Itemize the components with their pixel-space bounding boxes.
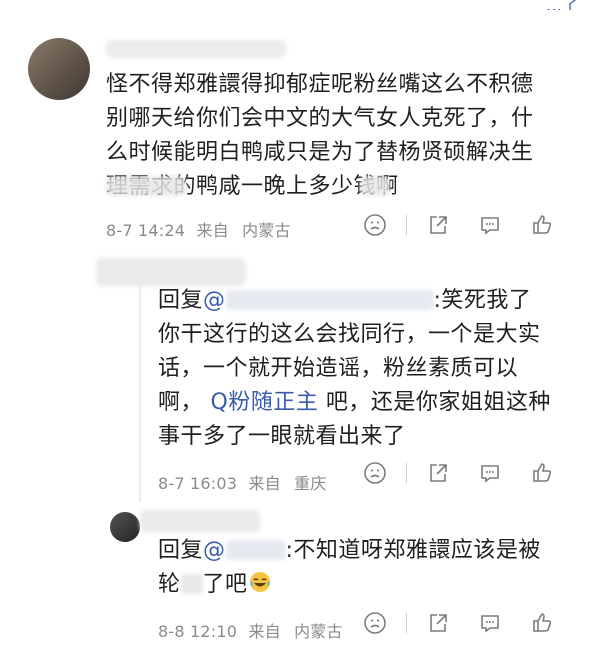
reply-text: 回复@ :不知道呀郑雅譞应该是被 轮了吧 — [158, 534, 588, 605]
divider — [406, 463, 407, 483]
reply-line: 回复@ :不知道呀郑雅譞应该是被 — [158, 534, 588, 568]
laughing-tears-emoji-icon — [248, 570, 272, 605]
reply-text: 回复@ :笑死我了 你干这行的这么会找同行，一个是大实 话，一个就开始造谣，粉丝素… — [158, 284, 588, 454]
like-icon[interactable] — [529, 610, 555, 636]
reply-meta: 8-8 12:10 来自 内蒙古 — [158, 618, 343, 642]
share-icon[interactable] — [425, 212, 451, 238]
like-icon[interactable] — [529, 212, 555, 238]
comment-icon[interactable] — [477, 460, 503, 486]
reply-after-mention: :笑死我了 — [433, 288, 532, 313]
comment-time: 8-7 14:24 — [106, 221, 186, 240]
dislike-face-icon[interactable] — [362, 212, 388, 238]
username-redacted — [140, 510, 260, 532]
redaction-blur — [106, 176, 186, 196]
reply-line: 事干多了一眼就看出来了 — [158, 424, 406, 449]
reply-text-part: 吧，还是你家姐姐这种 — [325, 390, 551, 415]
divider — [406, 215, 407, 235]
reply-2: 回复@ :不知道呀郑雅譞应该是被 轮了吧 8-8 12:10 来自 内蒙古 — [0, 500, 600, 657]
dislike-face-icon[interactable] — [362, 610, 388, 636]
reply-line: 你干这行的这么会找同行，一个是大实 — [158, 322, 541, 347]
mention-redacted[interactable] — [225, 540, 286, 560]
reply-prefix: 回复 — [158, 538, 204, 563]
avatar-redacted — [96, 258, 246, 286]
reply-actions — [362, 460, 555, 486]
mention-link[interactable]: @ — [203, 538, 226, 563]
reply-from: 来自 — [248, 474, 281, 493]
comment-icon[interactable] — [477, 610, 503, 636]
reply-actions — [362, 610, 555, 636]
comment-actions — [362, 212, 555, 238]
reply-meta: 8-7 16:03 来自 重庆 — [158, 470, 327, 494]
reply-line: 回复@ :笑死我了 — [158, 284, 588, 318]
reply-after-mention: :不知道呀郑雅譞应该是被 — [285, 538, 541, 563]
divider — [406, 613, 407, 633]
reply-1: 回复@ :笑死我了 你干这行的这么会找同行，一个是大实 话，一个就开始造谣，粉丝素… — [0, 250, 600, 500]
avatar[interactable] — [110, 512, 140, 542]
redaction-blur — [360, 176, 390, 196]
reply-location: 内蒙古 — [294, 622, 343, 641]
share-icon[interactable] — [425, 460, 451, 486]
comment-main: 怪不得郑雅譞得抑郁症呢粉丝嘴这么不积德 别哪天给你们会中文的大气女人克死了，什 … — [0, 0, 600, 250]
reply-line: 话，一个就开始造谣，粉丝素质可以 — [158, 356, 519, 381]
comment-from: 来自 — [196, 221, 229, 240]
comment-icon[interactable] — [477, 212, 503, 238]
reply-prefix: 回复 — [158, 288, 204, 313]
mention-link[interactable]: @ — [203, 288, 226, 313]
mention-redacted[interactable] — [225, 290, 434, 310]
redaction-blur — [180, 574, 203, 594]
comment-line: 怪不得郑雅譞得抑郁症呢粉丝嘴这么不积德 — [106, 72, 534, 97]
reply-line: 啊， Q粉随正主 吧，还是你家姐姐这种 — [158, 386, 588, 420]
comment-location: 内蒙古 — [242, 221, 291, 240]
reply-text-part: 了吧 — [202, 572, 248, 597]
reply-text-part: 啊， — [158, 390, 204, 415]
avatar[interactable] — [28, 38, 90, 100]
reply-location: 重庆 — [294, 474, 327, 493]
comment-line: 么时候能明白鸭咸只是为了替杨贤硕解决生 — [106, 140, 534, 165]
reply-time: 8-7 16:03 — [158, 474, 238, 493]
like-icon[interactable] — [529, 460, 555, 486]
dislike-face-icon[interactable] — [362, 460, 388, 486]
reply-line: 轮了吧 — [158, 568, 588, 605]
comment-line: 别哪天给你们会中文的大气女人克死了，什 — [106, 106, 534, 131]
reply-time: 8-8 12:10 — [158, 622, 238, 641]
topic-link[interactable]: Q粉随正主 — [211, 390, 319, 415]
reply-from: 来自 — [248, 622, 281, 641]
comment-meta: 8-7 14:24 来自 内蒙古 — [106, 217, 291, 241]
share-icon[interactable] — [425, 610, 451, 636]
reply-text-part: 轮 — [158, 572, 181, 597]
username-redacted[interactable] — [106, 40, 286, 58]
